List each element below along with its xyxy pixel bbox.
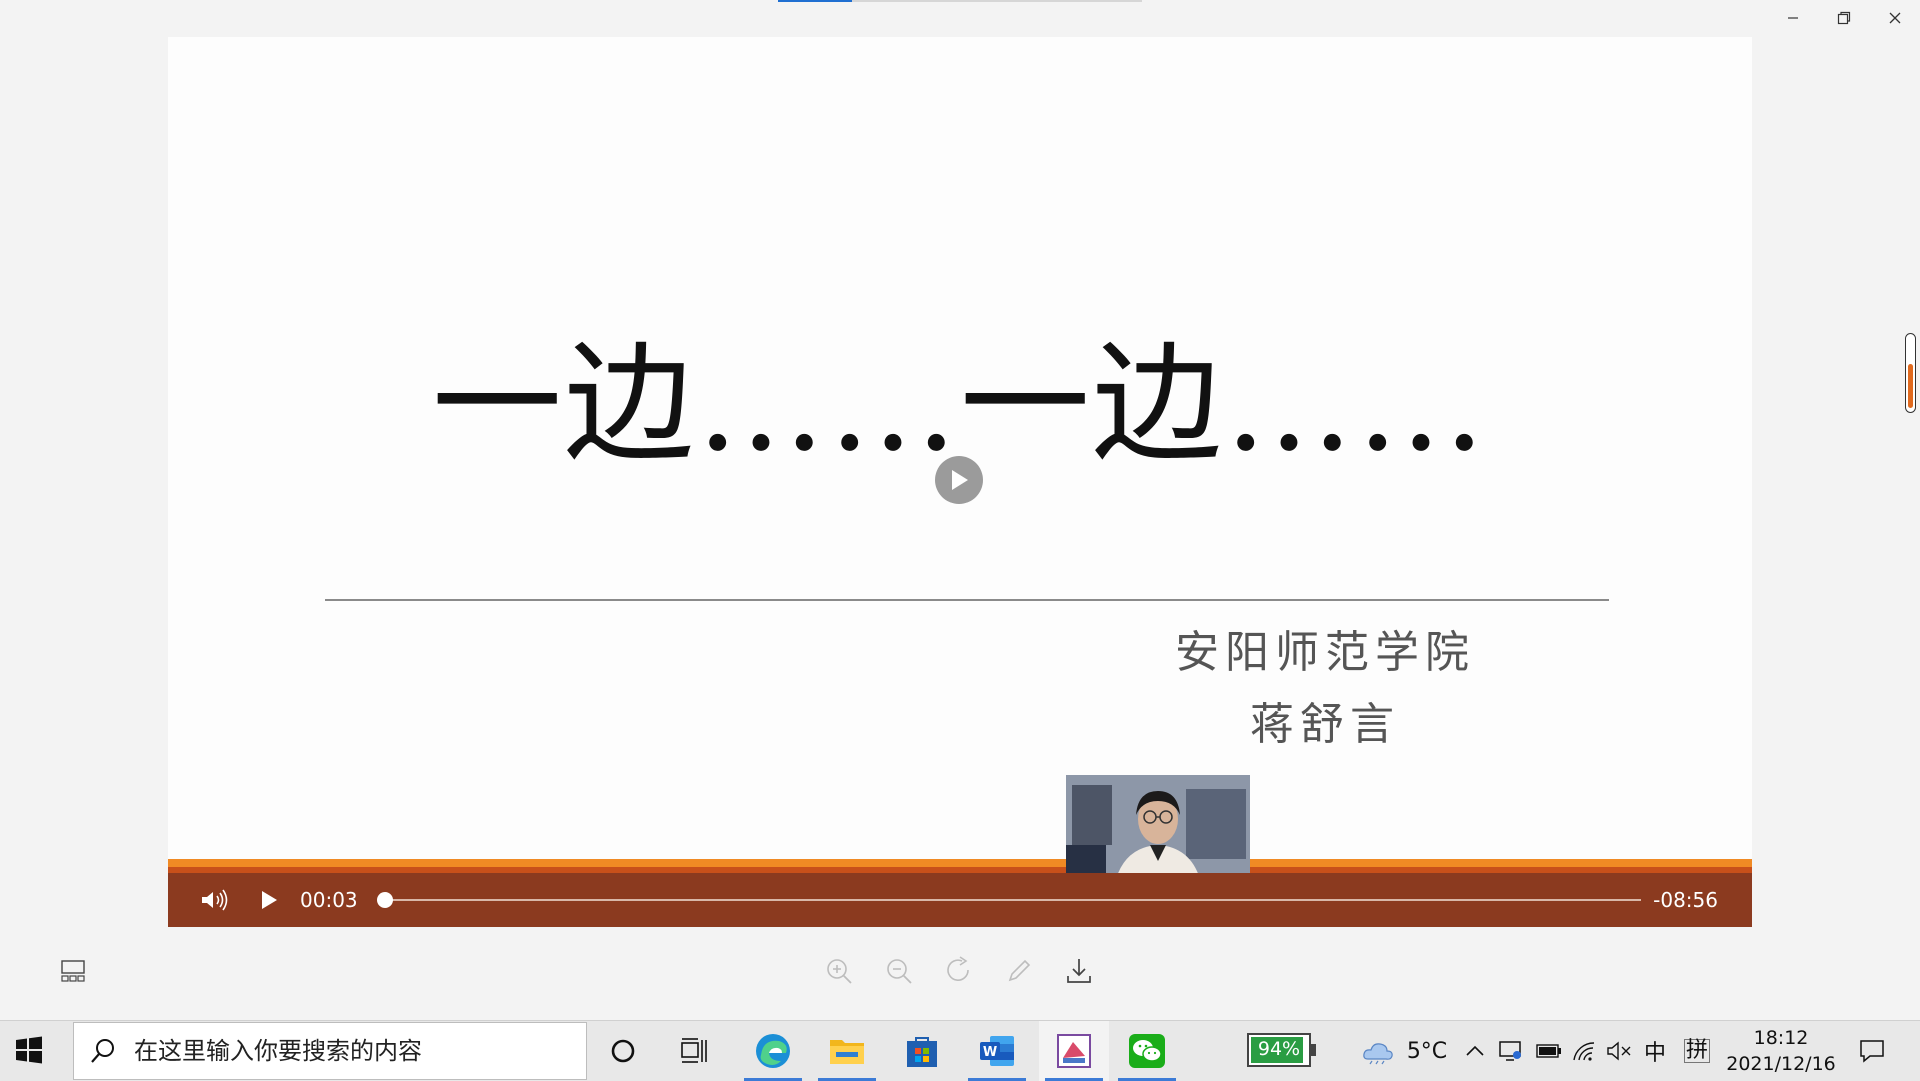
notification-center-button[interactable] [1852, 1021, 1892, 1081]
webcam-overlay [1066, 775, 1250, 879]
word-icon: W [980, 1036, 1014, 1066]
battery-indicator[interactable]: 94% [1247, 1033, 1316, 1067]
zoom-in-button[interactable] [822, 954, 856, 988]
slide-author: 蒋舒言 [1250, 699, 1400, 750]
tray-battery-icon[interactable] [1534, 1021, 1564, 1081]
close-button[interactable] [1869, 0, 1920, 36]
download-icon [1067, 959, 1091, 983]
monitor-sync-icon [1499, 1041, 1521, 1061]
weather-cloud-icon [1363, 1043, 1393, 1065]
clock-date: 2021/12/16 [1726, 1053, 1836, 1075]
ime-mode-indicator[interactable]: 拼 [1682, 1021, 1712, 1081]
taskbar-app-store[interactable] [887, 1021, 957, 1081]
slide-band [168, 859, 1752, 867]
center-play-button[interactable] [935, 456, 983, 504]
battery-percent: 94% [1257, 1038, 1301, 1060]
play-pause-button[interactable] [252, 883, 286, 917]
download-button[interactable] [1062, 954, 1096, 988]
cortana-icon [611, 1039, 635, 1063]
start-button[interactable] [14, 1035, 48, 1069]
play-icon [952, 470, 968, 490]
wechat-icon [1129, 1034, 1165, 1068]
battery-icon [1536, 1044, 1561, 1058]
minimize-button[interactable] [1767, 0, 1818, 36]
show-hidden-icons-button[interactable] [1462, 1021, 1488, 1081]
taskbar-search[interactable] [73, 1022, 587, 1080]
edge-icon [756, 1034, 790, 1068]
tray-display-icon[interactable] [1496, 1021, 1526, 1081]
zoom-in-icon [827, 959, 852, 984]
pencil-icon [1008, 959, 1031, 982]
restore-icon [1837, 11, 1850, 25]
edit-button[interactable] [1002, 954, 1036, 988]
slide-divider [325, 599, 1609, 601]
ime-language-indicator[interactable]: 中 [1640, 1021, 1670, 1081]
video-viewer[interactable]: 一边……一边…… 安阳师范学院 蒋舒言 00:03 -08:56 [168, 37, 1752, 927]
minimize-icon [1787, 17, 1798, 19]
search-icon [91, 1039, 114, 1063]
clock-time: 18:12 [1753, 1027, 1809, 1049]
store-icon [907, 1037, 937, 1067]
close-icon [1889, 12, 1900, 24]
ime-mode-label: 拼 [1683, 1038, 1710, 1063]
volume-level-indicator [1905, 333, 1916, 413]
battery-nub [1311, 1044, 1316, 1056]
zoom-out-button[interactable] [882, 954, 916, 988]
viewer-toolbar [0, 950, 1920, 990]
photos-app-window: 一边……一边…… 安阳师范学院 蒋舒言 00:03 -08:56 [0, 0, 1920, 1020]
rotate-icon [947, 956, 969, 981]
taskbar-app-wechat[interactable] [1112, 1021, 1182, 1081]
zoom-out-icon [887, 959, 912, 984]
filmstrip-toggle-button[interactable] [60, 958, 86, 984]
current-time: 00:03 [300, 888, 358, 912]
tray-network-icon[interactable] [1570, 1021, 1600, 1081]
presenter-video [1066, 775, 1250, 879]
taskbar-app-edge[interactable] [738, 1021, 808, 1081]
seek-handle[interactable] [377, 892, 394, 908]
volume-muted-icon [1607, 1041, 1631, 1061]
folder-icon [830, 1040, 864, 1064]
notification-icon [1860, 1040, 1884, 1063]
remaining-time: -08:56 [1653, 888, 1718, 912]
task-view-icon [681, 1038, 707, 1063]
weather-button[interactable] [1358, 1021, 1398, 1081]
active-tab-indicator [778, 0, 852, 2]
search-input[interactable] [132, 1036, 556, 1066]
taskbar-app-image-viewer[interactable] [1039, 1021, 1109, 1081]
slide-institution: 安阳师范学院 [1175, 627, 1475, 678]
svg-text:W: W [983, 1045, 997, 1060]
rotate-button[interactable] [942, 954, 976, 988]
windows-logo-icon [16, 1036, 42, 1064]
tab-strip-indicator [778, 0, 1142, 2]
weather-temperature: 5°C [1406, 1038, 1448, 1064]
taskbar-app-word[interactable]: W [962, 1021, 1032, 1081]
restore-button[interactable] [1818, 0, 1869, 36]
task-view-button[interactable] [660, 1021, 730, 1081]
video-controls-bar: 00:03 -08:56 [168, 873, 1752, 927]
tray-volume-icon[interactable] [1604, 1021, 1634, 1081]
volume-button[interactable] [198, 883, 232, 917]
taskbar-clock[interactable]: 18:12 2021/12/16 [1726, 1025, 1836, 1077]
volume-level-fill [1908, 364, 1913, 408]
play-icon [262, 891, 277, 909]
chevron-up-icon [1466, 1045, 1484, 1056]
image-tools [822, 954, 1096, 988]
cortana-button[interactable] [588, 1021, 658, 1081]
window-controls [1767, 0, 1920, 36]
image-viewer-icon [1057, 1034, 1091, 1068]
volume-icon [202, 889, 228, 911]
seek-bar[interactable] [377, 892, 1642, 908]
taskbar: W 94% 5°C [0, 1020, 1920, 1081]
wifi-icon [1573, 1042, 1595, 1061]
filmstrip-icon [61, 960, 85, 982]
taskbar-app-file-explorer[interactable] [812, 1021, 882, 1081]
